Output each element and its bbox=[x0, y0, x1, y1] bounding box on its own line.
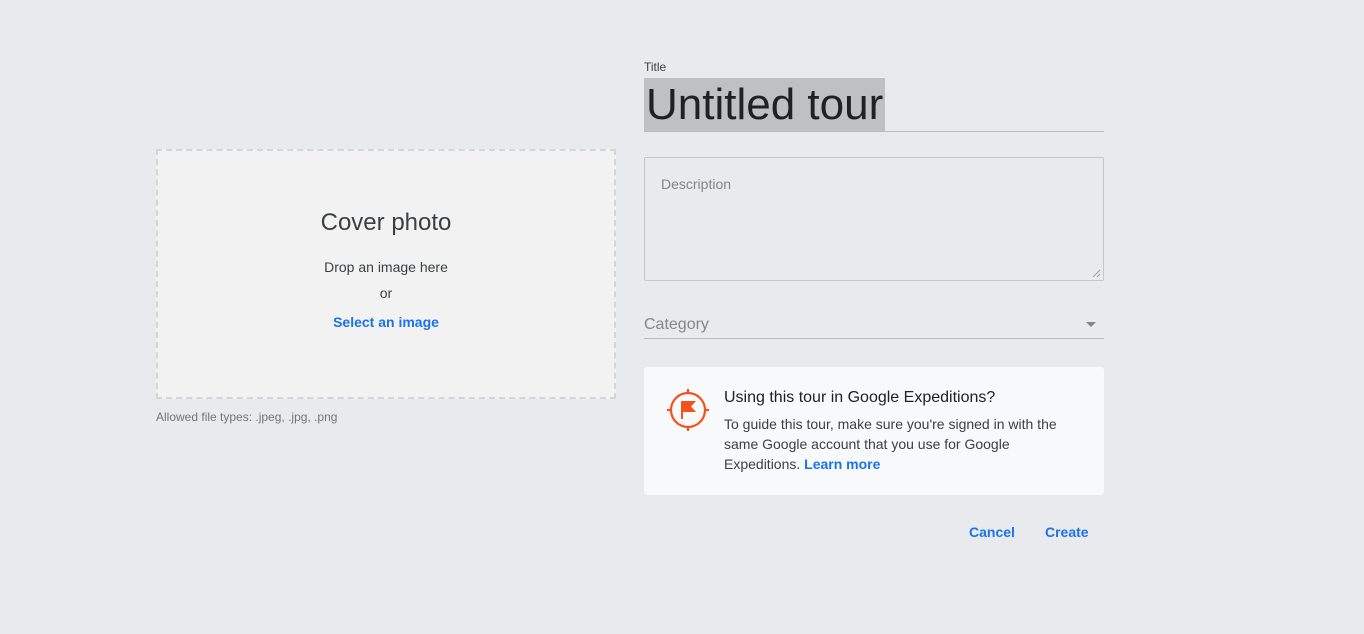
description-textarea[interactable]: Description bbox=[644, 157, 1104, 281]
title-input[interactable]: Untitled tour bbox=[644, 78, 1104, 132]
dropdown-arrow-icon bbox=[1086, 322, 1096, 327]
allowed-file-types: Allowed file types: .jpeg, .jpg, .png bbox=[156, 410, 338, 424]
expeditions-info-card: Using this tour in Google Expeditions? T… bbox=[644, 367, 1104, 495]
select-image-link-wrapper: Select an image bbox=[158, 314, 614, 330]
create-button[interactable]: Create bbox=[1045, 524, 1089, 540]
info-body-text: To guide this tour, make sure you're sig… bbox=[724, 416, 1057, 472]
cover-photo-title: Cover photo bbox=[320, 209, 452, 236]
cancel-button[interactable]: Cancel bbox=[969, 524, 1015, 540]
description-placeholder: Description bbox=[661, 176, 732, 192]
info-heading: Using this tour in Google Expeditions? bbox=[724, 389, 996, 406]
title-value-selected[interactable]: Untitled tour bbox=[644, 78, 886, 131]
learn-more-link[interactable]: Learn more bbox=[804, 456, 880, 472]
info-body: To guide this tour, make sure you're sig… bbox=[724, 414, 1084, 474]
cover-photo-dropzone[interactable]: Cover photo Drop an image here or Select… bbox=[156, 149, 616, 399]
drop-image-text: Drop an image here bbox=[324, 259, 448, 275]
or-text: or bbox=[379, 285, 393, 301]
select-image-link[interactable]: Select an image bbox=[333, 314, 439, 330]
title-label: Title bbox=[644, 60, 667, 74]
expeditions-flag-icon bbox=[667, 389, 709, 431]
resize-handle-icon[interactable] bbox=[1092, 269, 1101, 278]
create-tour-page: Cover photo Drop an image here or Select… bbox=[0, 0, 1364, 634]
category-select[interactable]: Category bbox=[644, 312, 1104, 339]
category-label: Category bbox=[644, 316, 709, 333]
